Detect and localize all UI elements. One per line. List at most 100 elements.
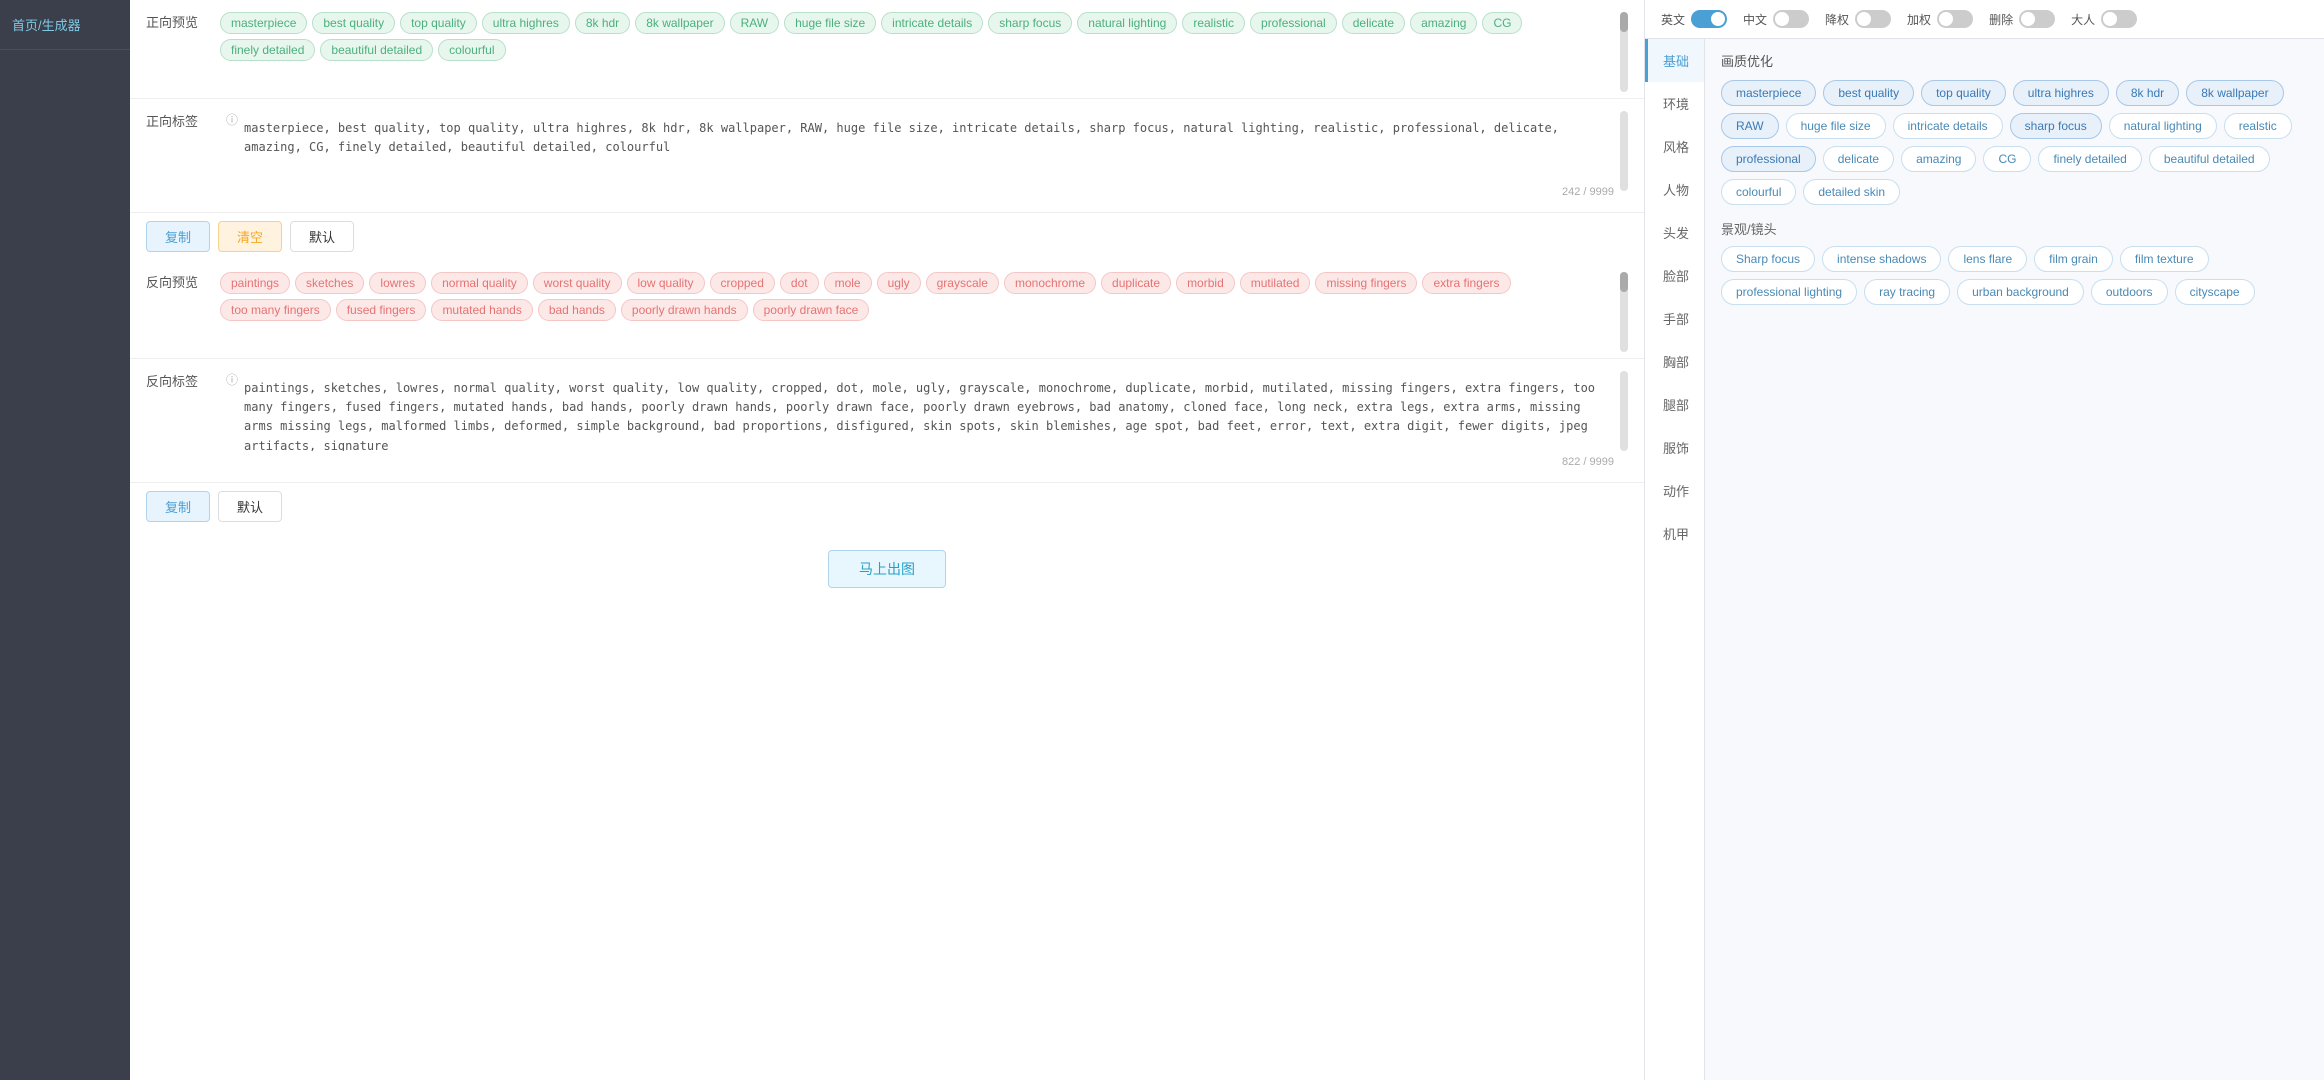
- negative-default-button[interactable]: 默认: [218, 491, 282, 522]
- category-style[interactable]: 风格: [1645, 125, 1704, 168]
- category-hair[interactable]: 头发: [1645, 211, 1704, 254]
- tag-professional[interactable]: professional: [1250, 12, 1337, 34]
- neg-tag-extra-fingers[interactable]: extra fingers: [1422, 272, 1510, 294]
- tag-realistic[interactable]: realistic: [1182, 12, 1245, 34]
- sidebar-logo[interactable]: 首页/生成器: [0, 0, 130, 50]
- category-face[interactable]: 脸部: [1645, 254, 1704, 297]
- ltag-urban-background[interactable]: urban background: [1957, 279, 2084, 305]
- category-mech[interactable]: 机甲: [1645, 512, 1704, 555]
- tag-finely-detailed[interactable]: finely detailed: [220, 39, 315, 61]
- tag-cg[interactable]: CG: [1482, 12, 1522, 34]
- ltag-sharp-focus[interactable]: Sharp focus: [1721, 246, 1815, 272]
- ptag-professional[interactable]: professional: [1721, 146, 1816, 172]
- neg-tag-mole[interactable]: mole: [824, 272, 872, 294]
- tag-delicate[interactable]: delicate: [1342, 12, 1405, 34]
- category-environment[interactable]: 环境: [1645, 82, 1704, 125]
- scrollbar-negative-label[interactable]: [1620, 371, 1628, 451]
- neg-tag-normal-quality[interactable]: normal quality: [431, 272, 528, 294]
- tag-beautiful-detailed[interactable]: beautiful detailed: [320, 39, 433, 61]
- tag-masterpiece[interactable]: masterpiece: [220, 12, 307, 34]
- ptag-detailed-skin[interactable]: detailed skin: [1803, 179, 1900, 205]
- tag-colourful[interactable]: colourful: [438, 39, 505, 61]
- ptag-masterpiece[interactable]: masterpiece: [1721, 80, 1816, 106]
- category-action[interactable]: 动作: [1645, 469, 1704, 512]
- ltag-film-texture[interactable]: film texture: [2120, 246, 2209, 272]
- neg-tag-cropped[interactable]: cropped: [710, 272, 775, 294]
- ltag-ray-tracing[interactable]: ray tracing: [1864, 279, 1950, 305]
- negative-label-textarea[interactable]: paintings, sketches, lowres, normal qual…: [244, 371, 1614, 451]
- ltag-lens-flare[interactable]: lens flare: [1948, 246, 2027, 272]
- neg-tag-morbid[interactable]: morbid: [1176, 272, 1235, 294]
- ptag-amazing[interactable]: amazing: [1901, 146, 1976, 172]
- ptag-8k-hdr[interactable]: 8k hdr: [2116, 80, 2179, 106]
- neg-tag-duplicate[interactable]: duplicate: [1101, 272, 1171, 294]
- neg-tag-low-quality[interactable]: low quality: [627, 272, 705, 294]
- neg-tag-ugly[interactable]: ugly: [877, 272, 921, 294]
- toggle-upweight-switch[interactable]: [1937, 10, 1973, 28]
- toggle-adult-switch[interactable]: [2101, 10, 2137, 28]
- ptag-beautiful-detailed[interactable]: beautiful detailed: [2149, 146, 2270, 172]
- ptag-ultra-highres[interactable]: ultra highres: [2013, 80, 2109, 106]
- scrollbar-positive-label[interactable]: [1620, 111, 1628, 191]
- category-chest[interactable]: 胸部: [1645, 340, 1704, 383]
- positive-copy-button[interactable]: 复制: [146, 221, 210, 252]
- category-legs[interactable]: 腿部: [1645, 383, 1704, 426]
- neg-tag-sketches[interactable]: sketches: [295, 272, 364, 294]
- ptag-best-quality[interactable]: best quality: [1823, 80, 1914, 106]
- tag-sharp-focus[interactable]: sharp focus: [988, 12, 1072, 34]
- tag-natural-lighting[interactable]: natural lighting: [1077, 12, 1177, 34]
- negative-copy-button[interactable]: 复制: [146, 491, 210, 522]
- negative-label-info-icon[interactable]: ⓘ: [226, 371, 238, 388]
- tag-top-quality[interactable]: top quality: [400, 12, 477, 34]
- ltag-outdoors[interactable]: outdoors: [2091, 279, 2168, 305]
- ptag-delicate[interactable]: delicate: [1823, 146, 1894, 172]
- tag-intricate-details[interactable]: intricate details: [881, 12, 983, 34]
- tag-ultra-highres[interactable]: ultra highres: [482, 12, 570, 34]
- neg-tag-mutated-hands[interactable]: mutated hands: [431, 299, 532, 321]
- positive-label-textarea[interactable]: masterpiece, best quality, top quality, …: [244, 111, 1614, 181]
- ptag-raw[interactable]: RAW: [1721, 113, 1779, 139]
- ltag-film-grain[interactable]: film grain: [2034, 246, 2113, 272]
- tag-huge-file-size[interactable]: huge file size: [784, 12, 876, 34]
- neg-tag-poorly-drawn-face[interactable]: poorly drawn face: [753, 299, 870, 321]
- toggle-delete-switch[interactable]: [2019, 10, 2055, 28]
- ptag-intricate-details[interactable]: intricate details: [1893, 113, 2003, 139]
- ptag-finely-detailed[interactable]: finely detailed: [2038, 146, 2141, 172]
- scrollbar-positive-preview[interactable]: [1620, 12, 1628, 92]
- category-character[interactable]: 人物: [1645, 168, 1704, 211]
- neg-tag-fused-fingers[interactable]: fused fingers: [336, 299, 427, 321]
- ptag-realstic[interactable]: realstic: [2224, 113, 2292, 139]
- ptag-8k-wallpaper[interactable]: 8k wallpaper: [2186, 80, 2283, 106]
- positive-label-info-icon[interactable]: ⓘ: [226, 111, 238, 128]
- toggle-chinese-switch[interactable]: [1773, 10, 1809, 28]
- positive-default-button[interactable]: 默认: [290, 221, 354, 252]
- generate-button[interactable]: 马上出图: [828, 550, 946, 588]
- neg-tag-grayscale[interactable]: grayscale: [926, 272, 999, 294]
- ptag-cg[interactable]: CG: [1983, 146, 2031, 172]
- ptag-sharp-focus[interactable]: sharp focus: [2010, 113, 2102, 139]
- neg-tag-mutilated[interactable]: mutilated: [1240, 272, 1311, 294]
- neg-tag-too-many-fingers[interactable]: too many fingers: [220, 299, 331, 321]
- neg-tag-poorly-drawn-hands[interactable]: poorly drawn hands: [621, 299, 748, 321]
- category-basic[interactable]: 基础: [1645, 39, 1704, 82]
- ltag-cityscape[interactable]: cityscape: [2175, 279, 2255, 305]
- positive-clear-button[interactable]: 清空: [218, 221, 282, 252]
- toggle-downweight-switch[interactable]: [1855, 10, 1891, 28]
- tag-best-quality[interactable]: best quality: [312, 12, 395, 34]
- neg-tag-paintings[interactable]: paintings: [220, 272, 290, 294]
- ptag-colourful[interactable]: colourful: [1721, 179, 1796, 205]
- neg-tag-bad-hands[interactable]: bad hands: [538, 299, 616, 321]
- ltag-professional-lighting[interactable]: professional lighting: [1721, 279, 1857, 305]
- neg-tag-missing-fingers[interactable]: missing fingers: [1315, 272, 1417, 294]
- neg-tag-worst-quality[interactable]: worst quality: [533, 272, 622, 294]
- ptag-top-quality[interactable]: top quality: [1921, 80, 2006, 106]
- neg-tag-dot[interactable]: dot: [780, 272, 819, 294]
- scrollbar-negative-preview[interactable]: [1620, 272, 1628, 352]
- category-clothing[interactable]: 服饰: [1645, 426, 1704, 469]
- ltag-intense-shadows[interactable]: intense shadows: [1822, 246, 1941, 272]
- tag-amazing[interactable]: amazing: [1410, 12, 1477, 34]
- tag-8k-wallpaper[interactable]: 8k wallpaper: [635, 12, 724, 34]
- neg-tag-lowres[interactable]: lowres: [369, 272, 426, 294]
- tag-8k-hdr[interactable]: 8k hdr: [575, 12, 630, 34]
- category-hands[interactable]: 手部: [1645, 297, 1704, 340]
